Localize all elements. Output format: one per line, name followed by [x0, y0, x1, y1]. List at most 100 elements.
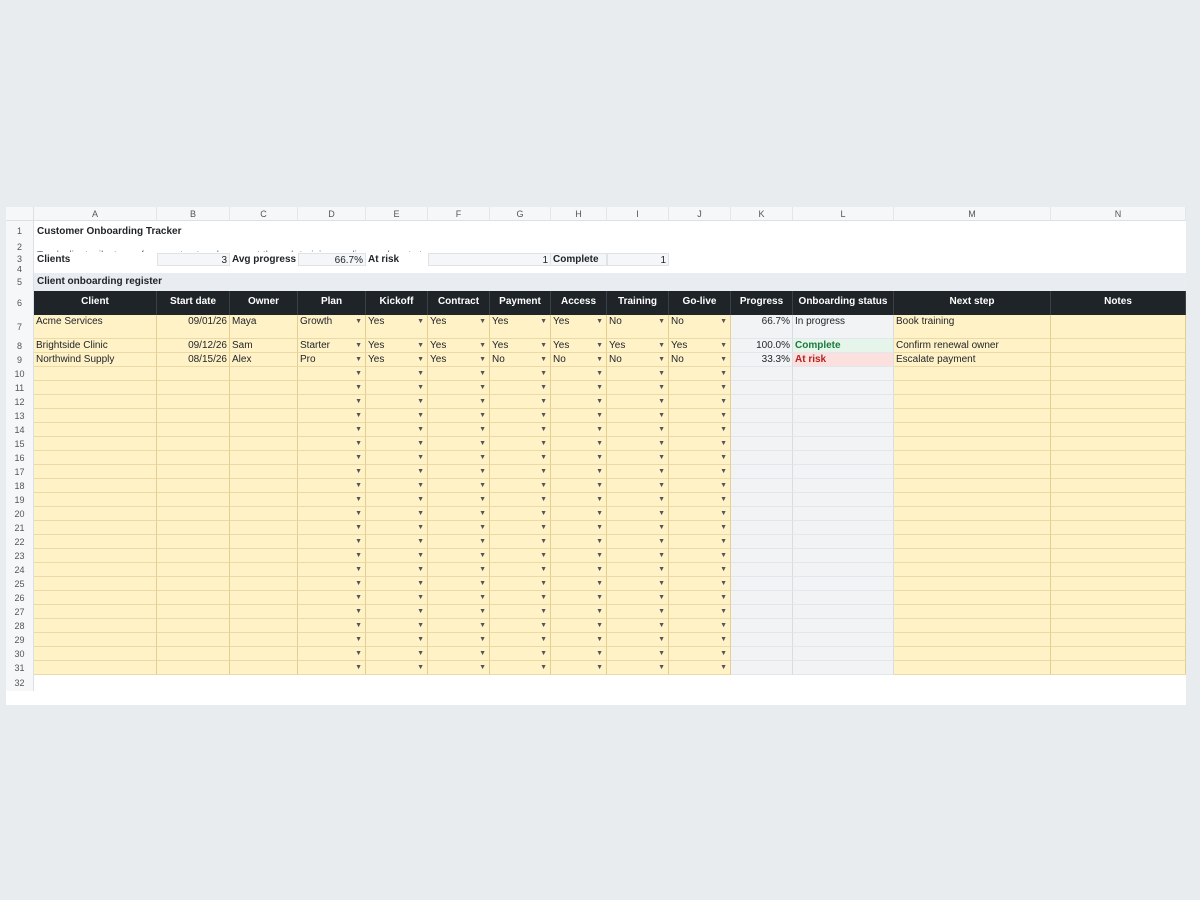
cell-next[interactable]: [894, 521, 1051, 535]
dropdown-arrow-icon[interactable]: ▼: [355, 465, 362, 478]
dropdown-arrow-icon[interactable]: ▼: [720, 367, 727, 380]
dropdown-arrow-icon[interactable]: ▼: [658, 479, 665, 492]
dropdown-arrow-icon[interactable]: ▼: [540, 479, 547, 492]
row-header[interactable]: 12: [6, 395, 34, 409]
cell-notes[interactable]: [1051, 591, 1186, 605]
dropdown-arrow-icon[interactable]: ▼: [596, 395, 603, 408]
cell-golive[interactable]: ▼: [669, 423, 731, 437]
cell-access[interactable]: ▼: [551, 409, 607, 423]
cell-contract[interactable]: ▼: [428, 661, 490, 675]
cell-notes[interactable]: [1051, 479, 1186, 493]
dropdown-arrow-icon[interactable]: ▼: [479, 577, 486, 590]
cell-next[interactable]: [894, 591, 1051, 605]
row-header[interactable]: 21: [6, 521, 34, 535]
dropdown-arrow-icon[interactable]: ▼: [596, 315, 603, 328]
cell-access[interactable]: ▼: [551, 465, 607, 479]
dropdown-arrow-icon[interactable]: ▼: [355, 521, 362, 534]
dropdown-arrow-icon[interactable]: ▼: [540, 577, 547, 590]
cell-notes[interactable]: [1051, 619, 1186, 633]
cell-training[interactable]: ▼: [607, 479, 669, 493]
dropdown-arrow-icon[interactable]: ▼: [720, 549, 727, 562]
cell-contract[interactable]: ▼: [428, 437, 490, 451]
cell-access[interactable]: ▼: [551, 479, 607, 493]
cell-client[interactable]: [34, 563, 157, 577]
cell-owner[interactable]: [230, 451, 298, 465]
cell-client[interactable]: Northwind Supply: [34, 353, 157, 367]
cell-payment[interactable]: ▼: [490, 381, 551, 395]
cell-notes[interactable]: [1051, 381, 1186, 395]
cell-next[interactable]: [894, 451, 1051, 465]
cell-start[interactable]: [157, 521, 230, 535]
cell-notes[interactable]: [1051, 577, 1186, 591]
dropdown-arrow-icon[interactable]: ▼: [540, 353, 547, 366]
dropdown-arrow-icon[interactable]: ▼: [417, 605, 424, 618]
cell-client[interactable]: [34, 437, 157, 451]
cell-owner[interactable]: [230, 647, 298, 661]
cell-access[interactable]: ▼: [551, 367, 607, 381]
dropdown-arrow-icon[interactable]: ▼: [479, 493, 486, 506]
cell-start[interactable]: [157, 605, 230, 619]
cell-training[interactable]: ▼: [607, 591, 669, 605]
dropdown-arrow-icon[interactable]: ▼: [596, 521, 603, 534]
cell-payment[interactable]: Yes ▼: [490, 339, 551, 353]
row-header[interactable]: 5: [6, 273, 34, 291]
dropdown-arrow-icon[interactable]: ▼: [479, 661, 486, 674]
row-header[interactable]: 32: [6, 675, 34, 691]
cell-payment[interactable]: ▼: [490, 563, 551, 577]
cell-owner[interactable]: [230, 563, 298, 577]
dropdown-arrow-icon[interactable]: ▼: [658, 395, 665, 408]
dropdown-arrow-icon[interactable]: ▼: [417, 577, 424, 590]
dropdown-arrow-icon[interactable]: ▼: [658, 661, 665, 674]
cell-next[interactable]: [894, 647, 1051, 661]
select-all-corner[interactable]: [6, 207, 34, 221]
cell-access[interactable]: Yes ▼: [551, 339, 607, 353]
cell-payment[interactable]: ▼: [490, 619, 551, 633]
cell-owner[interactable]: [230, 619, 298, 633]
dropdown-arrow-icon[interactable]: ▼: [596, 535, 603, 548]
dropdown-arrow-icon[interactable]: ▼: [417, 661, 424, 674]
column-header-l[interactable]: L: [793, 207, 894, 221]
column-header-j[interactable]: J: [669, 207, 731, 221]
cell-notes[interactable]: [1051, 395, 1186, 409]
cell-notes[interactable]: [1051, 647, 1186, 661]
cell-contract[interactable]: ▼: [428, 507, 490, 521]
dropdown-arrow-icon[interactable]: ▼: [479, 479, 486, 492]
cell-owner[interactable]: [230, 591, 298, 605]
cell-training[interactable]: ▼: [607, 647, 669, 661]
cell-kickoff[interactable]: ▼: [366, 451, 428, 465]
row-header[interactable]: 26: [6, 591, 34, 605]
cell-training[interactable]: ▼: [607, 619, 669, 633]
cell-kickoff[interactable]: Yes ▼: [366, 353, 428, 367]
dropdown-arrow-icon[interactable]: ▼: [596, 479, 603, 492]
cell-golive[interactable]: ▼: [669, 605, 731, 619]
dropdown-arrow-icon[interactable]: ▼: [720, 521, 727, 534]
cell-plan[interactable]: ▼: [298, 395, 366, 409]
dropdown-arrow-icon[interactable]: ▼: [658, 577, 665, 590]
cell-contract[interactable]: ▼: [428, 451, 490, 465]
dropdown-arrow-icon[interactable]: ▼: [479, 339, 486, 352]
dropdown-arrow-icon[interactable]: ▼: [658, 521, 665, 534]
dropdown-arrow-icon[interactable]: ▼: [720, 353, 727, 366]
column-header-n[interactable]: N: [1051, 207, 1186, 221]
cell-owner[interactable]: Sam: [230, 339, 298, 353]
dropdown-arrow-icon[interactable]: ▼: [479, 619, 486, 632]
dropdown-arrow-icon[interactable]: ▼: [540, 367, 547, 380]
cell-owner[interactable]: [230, 381, 298, 395]
cell-kickoff[interactable]: ▼: [366, 633, 428, 647]
row-header[interactable]: 18: [6, 479, 34, 493]
cell-kickoff[interactable]: Yes ▼: [366, 339, 428, 353]
column-header-h[interactable]: H: [551, 207, 607, 221]
dropdown-arrow-icon[interactable]: ▼: [479, 367, 486, 380]
cell-golive[interactable]: No ▼: [669, 315, 731, 339]
dropdown-arrow-icon[interactable]: ▼: [540, 451, 547, 464]
cell-kickoff[interactable]: ▼: [366, 367, 428, 381]
dropdown-arrow-icon[interactable]: ▼: [355, 479, 362, 492]
dropdown-arrow-icon[interactable]: ▼: [658, 353, 665, 366]
cell-next[interactable]: [894, 395, 1051, 409]
cell-start[interactable]: [157, 647, 230, 661]
cell-payment[interactable]: ▼: [490, 605, 551, 619]
dropdown-arrow-icon[interactable]: ▼: [540, 465, 547, 478]
cell-notes[interactable]: [1051, 661, 1186, 675]
cell-next[interactable]: [894, 661, 1051, 675]
cell-golive[interactable]: ▼: [669, 493, 731, 507]
